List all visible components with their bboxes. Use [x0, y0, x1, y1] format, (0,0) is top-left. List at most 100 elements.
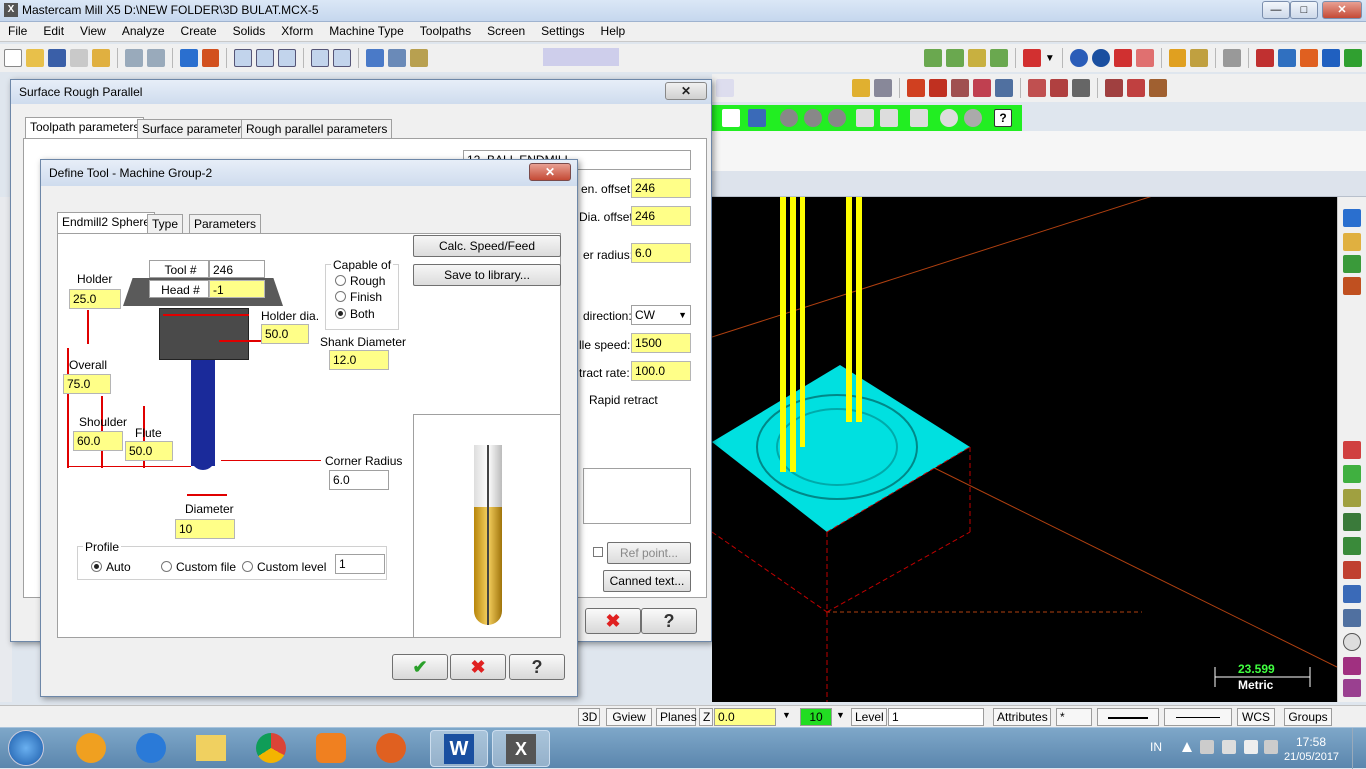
- rapid-retract-label[interactable]: Rapid retract: [589, 393, 658, 407]
- right-tool-icon[interactable]: [1343, 657, 1361, 675]
- tool-num-field[interactable]: 246: [209, 260, 265, 278]
- profile-custom-file-radio[interactable]: Custom file: [161, 560, 236, 574]
- display-icon[interactable]: [1264, 740, 1278, 754]
- graphics-viewport[interactable]: 23.599 Metric: [712, 197, 1337, 702]
- network-icon[interactable]: [1200, 740, 1214, 754]
- select-verify-icon[interactable]: [748, 109, 766, 127]
- menu-file[interactable]: File: [0, 22, 35, 41]
- profile-custom-level-radio[interactable]: Custom level: [242, 560, 326, 574]
- ref-point-button[interactable]: Ref point...: [607, 542, 691, 564]
- trim-icon[interactable]: [874, 79, 892, 97]
- groups-button[interactable]: Groups: [1284, 708, 1332, 726]
- tab-parameters[interactable]: Parameters: [189, 214, 262, 234]
- pencil-icon[interactable]: [1168, 49, 1187, 67]
- plane-icon[interactable]: [1105, 79, 1123, 97]
- tab-endmill2-sphere[interactable]: Endmill2 Sphere: [57, 212, 156, 234]
- iso-view-icon[interactable]: [924, 49, 943, 67]
- box-icon[interactable]: [995, 79, 1013, 97]
- right-tool-icon[interactable]: [1343, 255, 1361, 273]
- ok-button[interactable]: ✔: [392, 654, 448, 680]
- taskbar-app-icon[interactable]: [62, 730, 120, 767]
- diameter-field[interactable]: 10: [175, 519, 235, 539]
- zoom-in-icon[interactable]: [278, 49, 297, 67]
- stock-icon[interactable]: [1149, 79, 1167, 97]
- circle-icon[interactable]: [964, 109, 982, 127]
- chain-icon[interactable]: [951, 79, 969, 97]
- open-file-icon[interactable]: [25, 49, 44, 67]
- taskbar-firefox-icon[interactable]: [362, 730, 420, 767]
- zoom-window-icon[interactable]: [256, 49, 275, 67]
- undo-icon[interactable]: [124, 49, 143, 67]
- cube-select-icon[interactable]: [856, 109, 874, 127]
- taskbar-ie-icon[interactable]: [122, 730, 180, 767]
- volume-icon[interactable]: [1244, 740, 1258, 754]
- right-tool-icon[interactable]: [1343, 465, 1361, 483]
- right-tool-icon[interactable]: [1343, 679, 1361, 697]
- layer-icon[interactable]: [1028, 79, 1046, 97]
- cancel-button[interactable]: ✖: [450, 654, 506, 680]
- holder-field[interactable]: 25.0: [69, 289, 121, 309]
- tab-rough-parallel-parameters[interactable]: Rough parallel parameters: [241, 119, 393, 139]
- right-tool-icon[interactable]: [1343, 209, 1361, 227]
- calc-speed-feed-button[interactable]: Calc. Speed/Feed: [413, 235, 561, 257]
- pan-icon[interactable]: [179, 49, 198, 67]
- z-button[interactable]: Z: [699, 708, 713, 726]
- z-value-field[interactable]: 0.0: [714, 708, 776, 726]
- hex-icon[interactable]: [804, 109, 822, 127]
- hide-icon[interactable]: [410, 49, 428, 67]
- menu-xform[interactable]: Xform: [273, 22, 321, 41]
- select-arrow-icon[interactable]: [722, 109, 740, 127]
- shade-icon[interactable]: [1113, 49, 1132, 67]
- head-num-field[interactable]: -1: [209, 280, 265, 298]
- maximize-button[interactable]: □: [1290, 1, 1318, 19]
- 3d-button[interactable]: 3D: [578, 708, 600, 726]
- right-tool-icon[interactable]: [1343, 561, 1361, 579]
- right-tool-icon[interactable]: [1343, 513, 1361, 531]
- profile-auto-radio[interactable]: Auto: [91, 560, 131, 574]
- overall-field[interactable]: 75.0: [63, 374, 111, 394]
- arrow-icon[interactable]: [716, 79, 734, 97]
- direction-select[interactable]: CW ▼: [631, 305, 691, 325]
- finish-radio[interactable]: Finish: [335, 290, 382, 304]
- color-button[interactable]: 10: [800, 708, 832, 726]
- rotate-icon[interactable]: [1127, 79, 1145, 97]
- top-view-icon[interactable]: [946, 49, 965, 67]
- show-icons-icon[interactable]: [1182, 742, 1192, 752]
- hex-icon[interactable]: [828, 109, 846, 127]
- print-icon[interactable]: [69, 49, 88, 67]
- line-style-select[interactable]: [1097, 708, 1159, 726]
- clear-icon[interactable]: [91, 49, 110, 67]
- fit-icon[interactable]: [234, 49, 253, 67]
- wireframe-icon[interactable]: [1135, 49, 1154, 67]
- len-offset-field[interactable]: 246: [631, 178, 691, 198]
- attributes-button[interactable]: Attributes: [993, 708, 1051, 726]
- grid-icon[interactable]: [907, 79, 925, 97]
- menu-machine-type[interactable]: Machine Type: [321, 22, 412, 41]
- sphere-icon[interactable]: [1091, 49, 1110, 67]
- no-icon[interactable]: [940, 109, 958, 127]
- comment-box[interactable]: [583, 468, 691, 524]
- menu-settings[interactable]: Settings: [533, 22, 592, 41]
- curve-icon[interactable]: [880, 109, 898, 127]
- backplot-icon[interactable]: [1278, 49, 1297, 67]
- save-icon[interactable]: [47, 49, 66, 67]
- verify-icon[interactable]: [1256, 49, 1275, 67]
- taskbar-mastercam-icon[interactable]: X: [492, 730, 550, 767]
- flute-field[interactable]: 50.0: [125, 441, 173, 461]
- menu-create[interactable]: Create: [173, 22, 225, 41]
- help-button[interactable]: ?: [509, 654, 565, 680]
- frame-icon[interactable]: [1072, 79, 1090, 97]
- menu-analyze[interactable]: Analyze: [114, 22, 173, 41]
- canned-text-button[interactable]: Canned text...: [603, 570, 691, 592]
- lamp-icon[interactable]: [852, 79, 870, 97]
- right-tool-icon[interactable]: [1343, 277, 1361, 295]
- right-tool-icon[interactable]: [1343, 537, 1361, 555]
- menu-solids[interactable]: Solids: [225, 22, 274, 41]
- language-indicator[interactable]: IN: [1150, 740, 1162, 754]
- minimize-button[interactable]: —: [1262, 1, 1290, 19]
- chevron-down-icon[interactable]: ▼: [1045, 53, 1055, 64]
- retract-field[interactable]: 100.0: [631, 361, 691, 381]
- dia-offset-field[interactable]: 246: [631, 206, 691, 226]
- right-tool-icon[interactable]: [1343, 585, 1361, 603]
- tab-toolpath-parameters[interactable]: Toolpath parameters: [25, 117, 145, 139]
